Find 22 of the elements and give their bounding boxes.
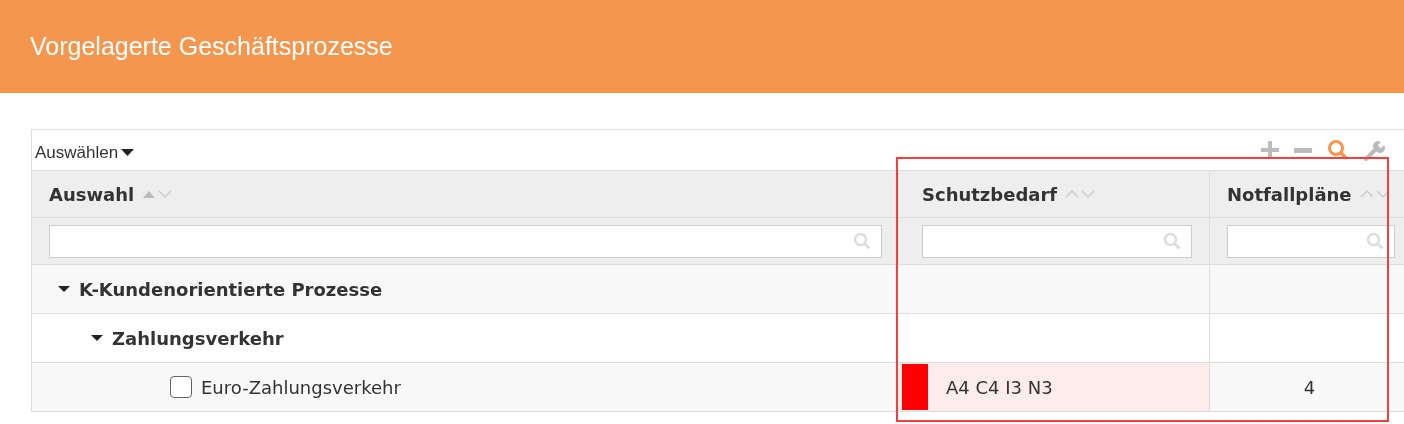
group-label: K-Kundenorientierte Prozesse [79,278,383,300]
column-header[interactable]: Schutzbedarf [898,170,1209,218]
search-icon [1163,232,1181,250]
wrench-icon[interactable] [1364,139,1386,161]
filter-field[interactable] [922,224,1192,258]
table-cell: 4 [1209,363,1404,412]
search-icon [1366,232,1384,250]
add-icon[interactable] [1261,141,1279,159]
page-title: Vorgelagerte Geschäftsprozesse [30,32,393,61]
column-header[interactable]: Auswahl [32,170,898,218]
expand-toggle-icon[interactable] [58,283,70,295]
expand-toggle-icon[interactable] [91,332,103,344]
row-label: Euro-Zahlungsverkehr [201,376,401,398]
column-header[interactable]: Notfallpläne [1209,170,1404,218]
caret-icon [121,149,135,157]
filter-field[interactable] [1227,224,1395,258]
filter-field[interactable] [49,224,882,258]
search-icon [853,232,871,250]
checkbox[interactable] [170,376,192,398]
table-cell: A4 C4 I3 N3 [946,376,1053,398]
select-menu[interactable]: Auswählen [35,143,135,163]
group-label: Zahlungsverkehr [112,327,284,349]
